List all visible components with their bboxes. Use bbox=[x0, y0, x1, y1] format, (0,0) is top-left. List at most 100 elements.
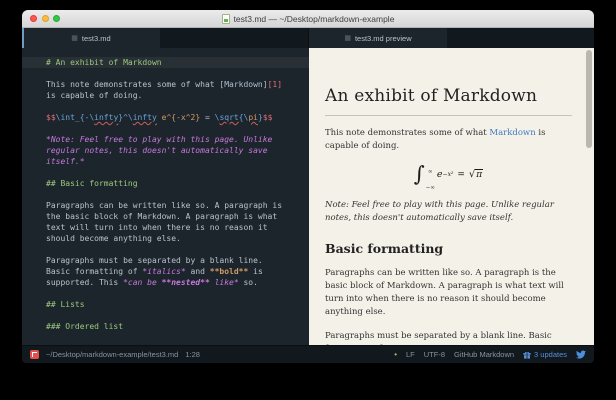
preview-scrollbar-thumb[interactable] bbox=[586, 50, 592, 148]
linter-status-dot: • bbox=[394, 350, 397, 359]
close-button[interactable] bbox=[30, 15, 37, 22]
equation-exponent: −x² bbox=[443, 171, 454, 178]
integral-sign: ∫ bbox=[414, 164, 425, 185]
editor-line[interactable] bbox=[46, 288, 309, 299]
tab-editor[interactable]: ▦ test3.md bbox=[22, 28, 160, 48]
editor-line[interactable]: ## Lists bbox=[46, 299, 309, 310]
code-segment: [1] bbox=[268, 80, 282, 89]
code-segment: is bbox=[248, 267, 262, 276]
editor-line[interactable] bbox=[46, 123, 309, 134]
code-segment: Paragraphs must be separated by a blank … bbox=[46, 256, 263, 265]
markdown-writer-icon[interactable] bbox=[30, 350, 39, 359]
preview-title: An exhibit of Markdown bbox=[325, 86, 572, 106]
editor-pane[interactable]: # An exhibit of Markdown This note demon… bbox=[22, 48, 309, 345]
code-segment: *Note: Feel free to play with this page.… bbox=[46, 135, 272, 144]
editor-line[interactable]: *Note: Feel free to play with this page.… bbox=[46, 134, 309, 145]
main-content: # An exhibit of Markdown This note demon… bbox=[22, 48, 594, 345]
status-left: ~/Desktop/markdown-example/test3.md 1:28 bbox=[30, 350, 200, 359]
minimize-button[interactable] bbox=[42, 15, 49, 22]
editor-line[interactable] bbox=[46, 101, 309, 112]
app-window: test3.md — ~/Desktop/markdown-example ▦ … bbox=[22, 10, 594, 363]
window-title: test3.md — ~/Desktop/markdown-example bbox=[234, 14, 395, 24]
editor-line[interactable]: This note demonstrates some of what [Mar… bbox=[46, 79, 309, 90]
editor-line[interactable]: text will turn into when there is no rea… bbox=[46, 222, 309, 233]
editor-line[interactable] bbox=[46, 244, 309, 255]
line-ending-indicator[interactable]: LF bbox=[406, 350, 415, 359]
twitter-icon[interactable] bbox=[576, 350, 586, 359]
editor-line[interactable]: ### Ordered list bbox=[46, 321, 309, 332]
radicand: π bbox=[475, 169, 483, 180]
editor-line[interactable]: Paragraphs must be separated by a blank … bbox=[46, 255, 309, 266]
screen: test3.md — ~/Desktop/markdown-example ▦ … bbox=[0, 0, 616, 400]
editor-line[interactable]: is capable of doing. bbox=[46, 90, 309, 101]
code-segment: should become anything else. bbox=[46, 234, 181, 243]
active-pane-indicator bbox=[22, 28, 24, 48]
preview-scrollbar-track[interactable] bbox=[586, 48, 592, 345]
markdown-document-icon bbox=[222, 14, 230, 24]
preview-pane: An exhibit of Markdown This note demonst… bbox=[309, 48, 594, 345]
updates-button[interactable]: 3 updates bbox=[523, 350, 567, 359]
code-segment: $$ bbox=[263, 113, 273, 122]
code-segment: = bbox=[200, 113, 214, 122]
code-segment: $$ bbox=[46, 113, 56, 122]
cursor-position[interactable]: 1:28 bbox=[185, 350, 200, 359]
editor-line[interactable]: the basic block of Markdown. A paragraph… bbox=[46, 211, 309, 222]
editor-line[interactable]: supported. This *can be **nested** like*… bbox=[46, 277, 309, 288]
code-segment: itself.* bbox=[46, 157, 85, 166]
code-segment: supported. This bbox=[46, 278, 123, 287]
code-segment: the basic block of Markdown. A paragraph… bbox=[46, 212, 277, 221]
equation-equals: = bbox=[457, 170, 465, 180]
editor-line[interactable]: $$\int_{-\infty}^\infty e^{-x^2} = \sqrt… bbox=[46, 112, 309, 123]
code-segment: infty bbox=[133, 113, 157, 122]
status-right: • LF UTF-8 GitHub Markdown 3 updat bbox=[394, 350, 586, 359]
preview-paragraph-basics: Paragraphs can be written like so. A par… bbox=[325, 267, 572, 319]
editor-line[interactable]: # An exhibit of Markdown bbox=[46, 57, 309, 68]
editor-line[interactable]: itself.* bbox=[46, 156, 309, 167]
editor-line[interactable] bbox=[46, 68, 309, 79]
editor-line[interactable] bbox=[46, 310, 309, 321]
code-segment: infty bbox=[94, 113, 118, 122]
titlebar[interactable]: test3.md — ~/Desktop/markdown-example bbox=[22, 10, 594, 28]
status-bar: ~/Desktop/markdown-example/test3.md 1:28… bbox=[22, 345, 594, 363]
code-segment: [Markdown] bbox=[219, 80, 267, 89]
editor-line[interactable]: ## Basic formatting bbox=[46, 178, 309, 189]
code-segment: sqrt bbox=[219, 113, 238, 122]
grammar-indicator[interactable]: GitHub Markdown bbox=[454, 350, 514, 359]
preview-file-icon: ▦ bbox=[344, 35, 351, 42]
tab-preview[interactable]: ▦ test3.md preview bbox=[309, 28, 447, 48]
gift-icon bbox=[523, 351, 531, 359]
fullscreen-button[interactable] bbox=[53, 15, 60, 22]
editor-line[interactable]: Paragraphs can be written like so. A par… bbox=[46, 200, 309, 211]
heading-rule bbox=[325, 115, 572, 116]
editor-line[interactable] bbox=[46, 167, 309, 178]
code-segment: *italics* bbox=[142, 267, 185, 276]
updates-label: 3 updates bbox=[534, 350, 567, 359]
code-segment: pi bbox=[248, 113, 258, 122]
editor-line[interactable]: Basic formatting of *italics* and **bold… bbox=[46, 266, 309, 277]
markdown-file-icon: ▦ bbox=[71, 35, 78, 42]
markdown-link[interactable]: Markdown bbox=[489, 128, 535, 138]
editor-line[interactable] bbox=[46, 189, 309, 200]
code-segment: is capable of doing. bbox=[46, 91, 142, 100]
traffic-lights bbox=[30, 10, 60, 27]
title-group: test3.md — ~/Desktop/markdown-example bbox=[222, 14, 395, 24]
encoding-indicator[interactable]: UTF-8 bbox=[424, 350, 445, 359]
file-path[interactable]: ~/Desktop/markdown-example/test3.md bbox=[46, 350, 178, 359]
integral-lower-limit: −∞ bbox=[426, 185, 435, 192]
tab-preview-label: test3.md preview bbox=[355, 34, 412, 43]
code-segment: like* bbox=[210, 278, 239, 287]
preview-note: Note: Feel free to play with this page. … bbox=[325, 199, 572, 225]
code-segment: This note demonstrates some of what bbox=[46, 80, 219, 89]
editor-line[interactable]: should become anything else. bbox=[46, 233, 309, 244]
code-segment: }^\ bbox=[118, 113, 132, 122]
code-segment: Paragraphs can be written like so. A par… bbox=[46, 201, 282, 210]
code-segment: ### Ordered list bbox=[46, 322, 123, 331]
code-segment: {\ bbox=[239, 113, 249, 122]
preview-tab-region: ▦ test3.md preview bbox=[309, 28, 594, 48]
integral-upper-limit: ∞ bbox=[426, 169, 435, 176]
code-segment: **bold** bbox=[210, 267, 249, 276]
editor-line[interactable]: regular notes, this doesn't automaticall… bbox=[46, 145, 309, 156]
code-segment: # An exhibit of Markdown bbox=[46, 58, 162, 67]
preview-paragraph-intro: This note demonstrates some of what Mark… bbox=[325, 127, 572, 153]
paragraph-text: This note demonstrates some of what bbox=[325, 128, 489, 138]
